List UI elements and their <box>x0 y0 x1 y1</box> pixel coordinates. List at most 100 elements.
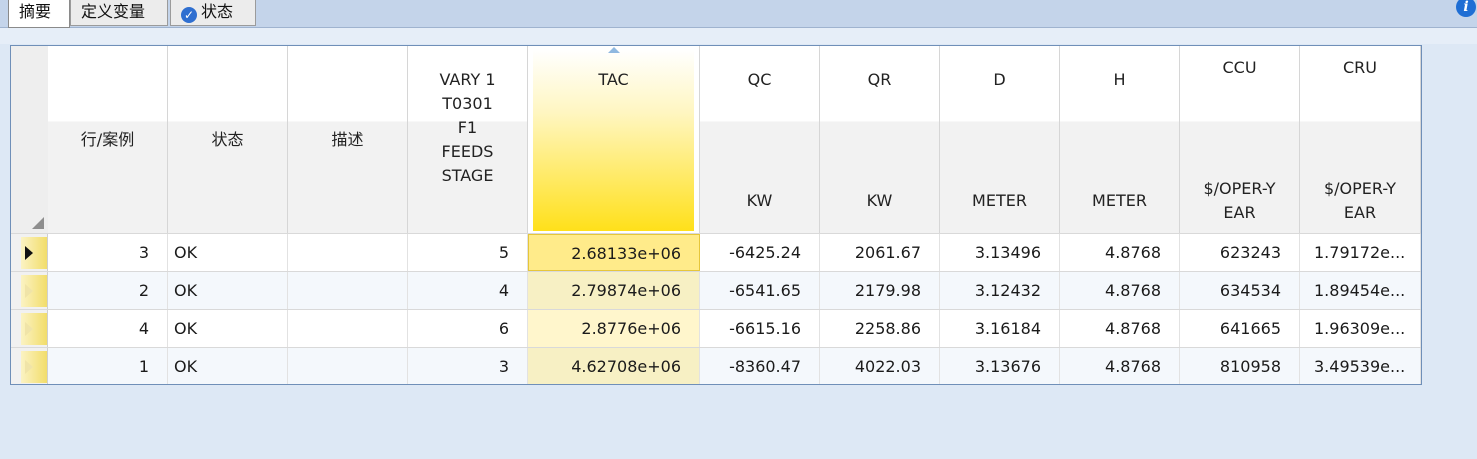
cell-qr[interactable]: 4022.03 <box>820 348 940 384</box>
select-all-corner[interactable] <box>11 46 49 233</box>
cell-d[interactable]: 3.13496 <box>940 234 1060 271</box>
cell-qr[interactable]: 2179.98 <box>820 272 940 309</box>
vary-line-4: FEEDS <box>441 142 494 161</box>
vary-line-2: T0301 <box>442 94 493 113</box>
col-header-d-label: D <box>993 70 1006 89</box>
cell-cru[interactable]: 1.79172e... <box>1300 234 1421 271</box>
col-header-cru-label: CRU <box>1343 58 1377 77</box>
col-header-status[interactable]: 状态 <box>168 46 288 233</box>
col-header-qr-unit: KW <box>866 191 893 210</box>
cell-qc[interactable]: -6615.16 <box>700 310 820 347</box>
col-header-qr[interactable]: QR KW <box>820 46 940 233</box>
cell-ccu[interactable]: 810958 <box>1180 348 1300 384</box>
col-header-cru-unit-1: $/OPER-Y <box>1323 179 1397 198</box>
col-header-qc-unit: KW <box>746 191 773 210</box>
cell-case[interactable]: 4 <box>48 310 168 347</box>
cell-status[interactable]: OK <box>168 272 288 309</box>
table-row[interactable]: 1 OK 3 4.62708e+06 -8360.47 4022.03 3.13… <box>11 347 1421 384</box>
cell-qc[interactable]: -6541.65 <box>700 272 820 309</box>
col-header-ccu-label: CCU <box>1222 58 1257 77</box>
cell-tac[interactable]: 2.68133e+06 <box>528 234 700 271</box>
cell-status[interactable]: OK <box>168 310 288 347</box>
cell-cru[interactable]: 3.49539e... <box>1300 348 1421 384</box>
col-header-d-unit: METER <box>972 191 1027 210</box>
cell-ccu[interactable]: 623243 <box>1180 234 1300 271</box>
cell-case[interactable]: 3 <box>48 234 168 271</box>
tab-define-variables-label: 定义变量 <box>81 2 146 21</box>
tab-status-label: 状态 <box>201 2 234 21</box>
cell-vary[interactable]: 6 <box>408 310 528 347</box>
cell-status[interactable]: OK <box>168 234 288 271</box>
row-selector[interactable] <box>11 310 48 347</box>
row-arrow-icon <box>25 284 33 298</box>
col-header-description[interactable]: 描述 <box>288 46 408 233</box>
col-header-h-unit: METER <box>1092 191 1147 210</box>
cell-cru[interactable]: 1.89454e... <box>1300 272 1421 309</box>
cell-qr[interactable]: 2258.86 <box>820 310 940 347</box>
row-selector[interactable] <box>11 234 48 271</box>
cell-qr[interactable]: 2061.67 <box>820 234 940 271</box>
col-header-qc[interactable]: QC KW <box>700 46 820 233</box>
check-circle-icon: ✓ <box>181 7 197 23</box>
content-top-strip <box>0 28 1477 44</box>
col-header-tac-label: TAC <box>598 70 629 89</box>
col-header-description-label: 描述 <box>331 130 364 149</box>
cell-description[interactable] <box>288 234 408 271</box>
cell-qc[interactable]: -6425.24 <box>700 234 820 271</box>
current-row-arrow-icon <box>25 246 33 260</box>
col-header-row-case[interactable]: 行/案例 <box>48 46 168 233</box>
col-header-qc-label: QC <box>747 70 772 89</box>
cell-d[interactable]: 3.13676 <box>940 348 1060 384</box>
cell-description[interactable] <box>288 310 408 347</box>
cell-tac[interactable]: 2.79874e+06 <box>528 272 700 309</box>
cell-vary[interactable]: 5 <box>408 234 528 271</box>
cell-ccu[interactable]: 641665 <box>1180 310 1300 347</box>
tab-summary-label: 摘要 <box>19 2 52 21</box>
cell-description[interactable] <box>288 272 408 309</box>
col-header-qr-label: QR <box>867 70 892 89</box>
col-header-vary[interactable]: VARY 1 T0301 F1 FEEDS STAGE <box>408 46 528 233</box>
cell-tac[interactable]: 2.8776e+06 <box>528 310 700 347</box>
tab-status[interactable]: ✓ 状态 <box>170 0 256 26</box>
cell-h[interactable]: 4.8768 <box>1060 272 1180 309</box>
cell-d[interactable]: 3.12432 <box>940 272 1060 309</box>
cell-vary[interactable]: 4 <box>408 272 528 309</box>
col-header-ccu-unit-1: $/OPER-Y <box>1203 179 1276 198</box>
cell-case[interactable]: 2 <box>48 272 168 309</box>
col-header-cru[interactable]: CRU $/OPER-Y EAR <box>1300 46 1421 233</box>
tab-define-variables[interactable]: 定义变量 <box>70 0 168 26</box>
col-header-cru-unit-2: EAR <box>1343 203 1377 222</box>
table-row[interactable]: 2 OK 4 2.79874e+06 -6541.65 2179.98 3.12… <box>11 271 1421 309</box>
sort-ascending-icon <box>607 47 620 53</box>
vary-line-5: STAGE <box>441 166 494 185</box>
col-header-ccu[interactable]: CCU $/OPER-Y EAR <box>1180 46 1300 233</box>
cell-description[interactable] <box>288 348 408 384</box>
vary-line-1: VARY 1 <box>439 70 496 89</box>
cell-ccu[interactable]: 634534 <box>1180 272 1300 309</box>
cell-qc[interactable]: -8360.47 <box>700 348 820 384</box>
cell-cru[interactable]: 1.96309e... <box>1300 310 1421 347</box>
cell-status[interactable]: OK <box>168 348 288 384</box>
tab-bar: 摘要 定义变量 ✓ 状态 i <box>0 0 1477 28</box>
col-header-status-label: 状态 <box>211 130 244 149</box>
info-icon[interactable]: i <box>1456 0 1476 17</box>
col-header-tac[interactable]: TAC <box>528 46 700 233</box>
row-selector[interactable] <box>11 348 48 384</box>
row-arrow-icon <box>25 322 33 336</box>
cell-h[interactable]: 4.8768 <box>1060 348 1180 384</box>
cell-tac[interactable]: 4.62708e+06 <box>528 348 700 384</box>
col-header-h[interactable]: H METER <box>1060 46 1180 233</box>
cell-d[interactable]: 3.16184 <box>940 310 1060 347</box>
table-row[interactable]: 4 OK 6 2.8776e+06 -6615.16 2258.86 3.161… <box>11 309 1421 347</box>
col-header-ccu-unit-2: EAR <box>1223 203 1256 222</box>
cell-h[interactable]: 4.8768 <box>1060 234 1180 271</box>
table-row[interactable]: 3 OK 5 2.68133e+06 -6425.24 2061.67 3.13… <box>11 233 1421 271</box>
results-grid: 行/案例 状态 描述 VARY 1 T0301 F1 FEEDS STAGE T… <box>10 45 1422 385</box>
cell-vary[interactable]: 3 <box>408 348 528 384</box>
col-header-d[interactable]: D METER <box>940 46 1060 233</box>
cell-h[interactable]: 4.8768 <box>1060 310 1180 347</box>
cell-case[interactable]: 1 <box>48 348 168 384</box>
row-selector[interactable] <box>11 272 48 309</box>
col-header-row-case-label: 行/案例 <box>80 130 135 149</box>
tab-summary[interactable]: 摘要 <box>8 0 70 28</box>
